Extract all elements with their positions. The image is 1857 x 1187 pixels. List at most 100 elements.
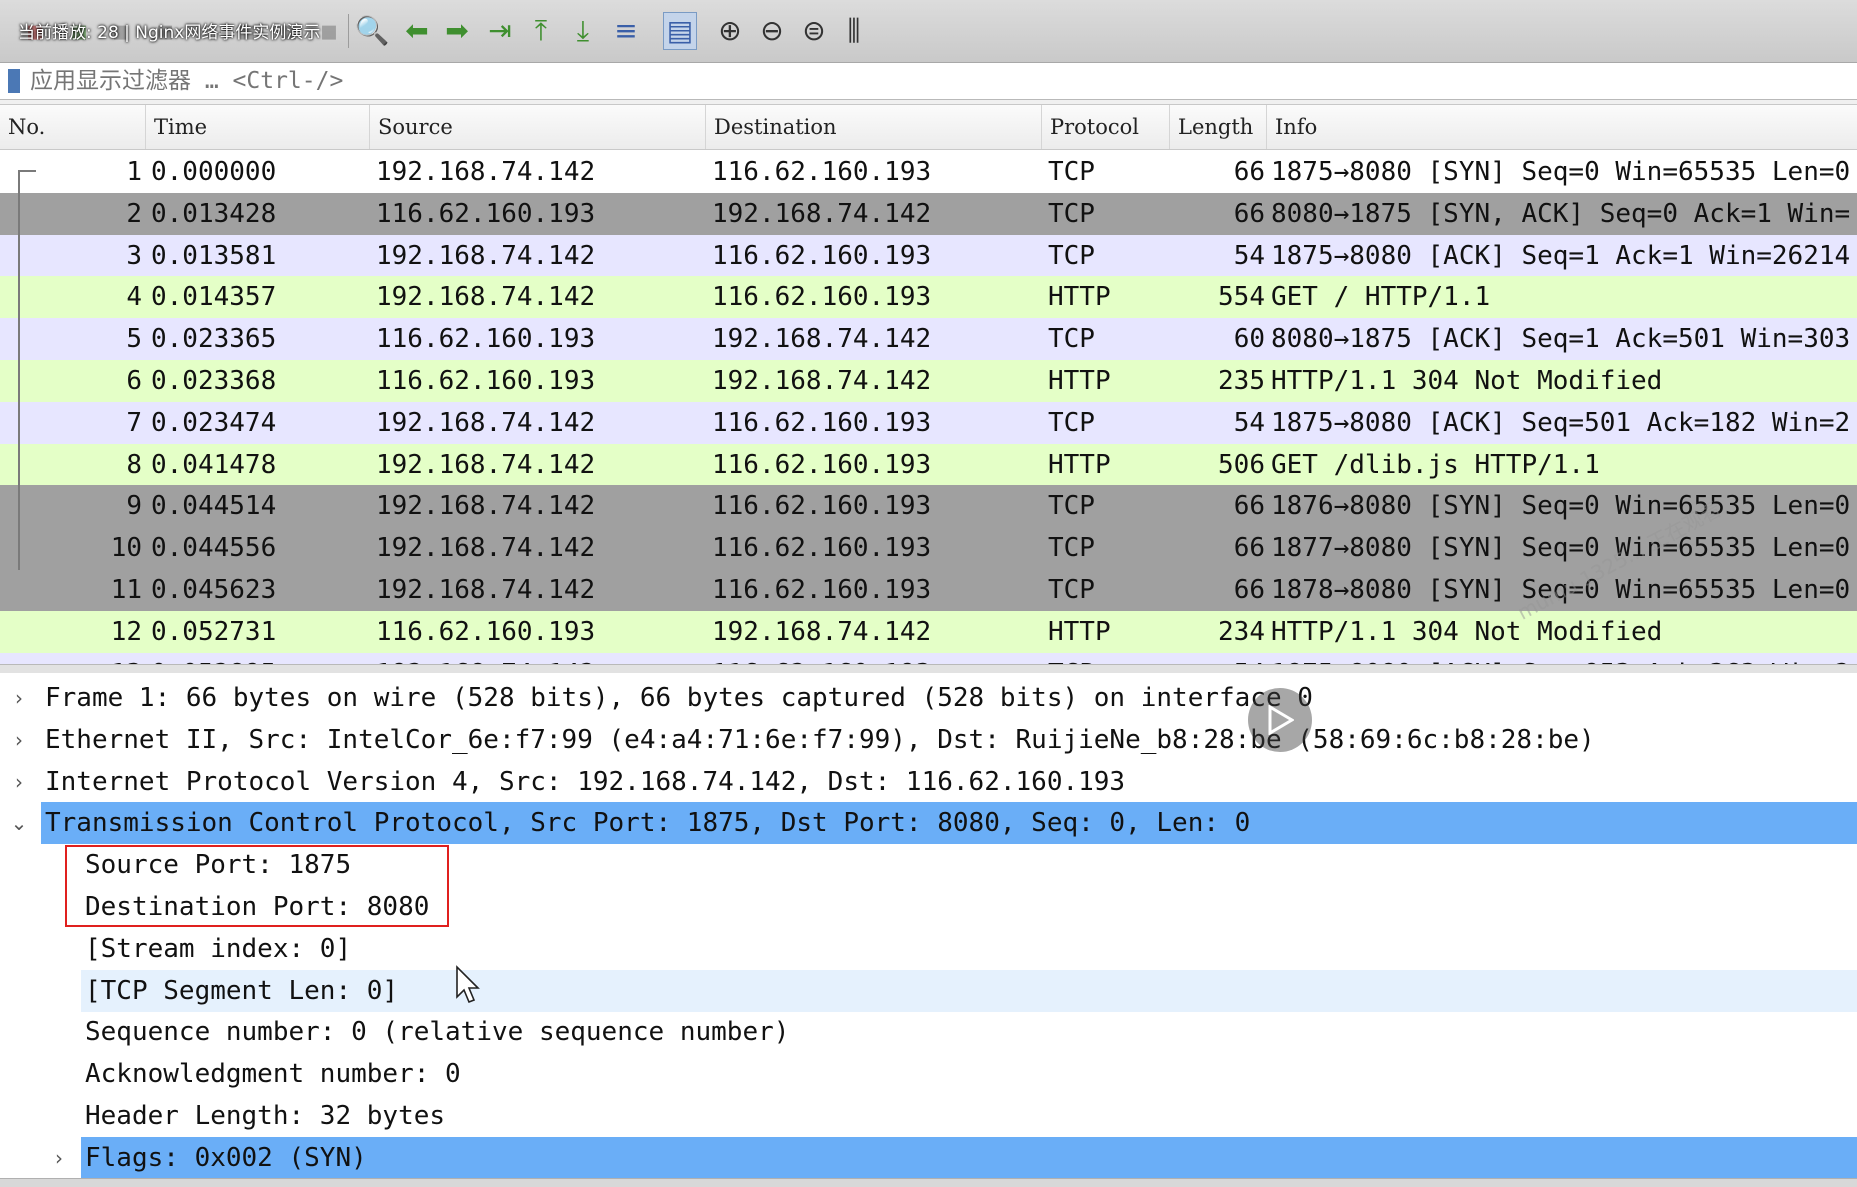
packet-protocol: TCP [1048,533,1095,564]
packet-destination: 116.62.160.193 [712,240,932,271]
go-to-packet-icon[interactable]: ⇥ [483,12,517,50]
packet-info: 1875→8080 [ACK] Seq=501 Ack=182 Win=2 [1271,407,1851,438]
packet-destination: 116.62.160.193 [712,282,932,313]
packet-source: 192.168.74.142 [376,240,596,271]
go-back-icon[interactable]: ⬅ [400,12,434,50]
packet-protocol: TCP [1048,198,1095,229]
expand-arrow-icon[interactable]: › [8,719,30,761]
detail-row[interactable]: ⌄ Transmission Control Protocol, Src Port… [0,802,1857,845]
go-first-icon[interactable]: ⤒ [524,12,558,50]
go-last-icon[interactable]: ⤓ [566,12,600,50]
packet-protocol: HTTP [1048,282,1111,313]
column-header-info[interactable]: Info [1267,105,1857,149]
packet-time: 0.052731 [151,616,277,647]
packet-time: 0.041478 [151,449,277,480]
detail-text: Acknowledgment number: 0 [85,1059,461,1090]
packet-no: 6 [126,366,142,396]
detail-row[interactable]: [TCP Segment Len: 0] [0,969,1857,1012]
packet-row[interactable]: 2 0.013428 116.62.160.193 192.168.74.142 TCP… [0,192,1857,235]
packet-list-header: No. Time Source Destination Protocol Len… [0,105,1857,150]
packet-length: 554 [1218,282,1265,313]
column-header-no[interactable]: No. [0,105,146,149]
column-header-time[interactable]: Time [146,105,370,149]
mouse-cursor-icon [455,965,481,1009]
collapse-arrow-icon[interactable]: ⌄ [8,802,30,844]
packet-protocol: HTTP [1048,366,1111,396]
column-header-destination[interactable]: Destination [706,105,1042,149]
go-forward-icon[interactable]: ➡ [440,12,474,50]
packet-length: 234 [1218,616,1265,647]
packet-row[interactable]: 9 0.044514 192.168.74.142 116.62.160.193 TCP… [0,485,1857,528]
packet-source: 192.168.74.142 [376,157,596,187]
packet-length: 54 [1233,240,1265,271]
packet-time: 0.023474 [151,407,277,438]
packet-row[interactable]: 1 0.000000 192.168.74.142 116.62.160.193 TCP… [0,151,1857,193]
display-filter-bar [0,63,1857,100]
detail-text: Internet Protocol Version 4, Src: 192.16… [45,766,1126,797]
expand-arrow-icon[interactable]: › [8,761,30,803]
expand-arrow-icon[interactable]: › [8,677,30,719]
filter-bookmark-icon[interactable] [8,69,20,93]
packet-destination: 192.168.74.142 [712,324,932,355]
packet-info: HTTP/1.1 304 Not Modified [1271,616,1663,647]
column-header-length[interactable]: Length [1170,105,1267,149]
packet-protocol: HTTP [1048,616,1111,647]
packet-no: 1 [126,157,142,187]
packet-time: 0.013428 [151,198,277,229]
packet-length: 506 [1218,449,1265,480]
packet-length: 60 [1233,324,1265,355]
packet-length: 66 [1233,575,1265,605]
colorize-icon[interactable]: ▤ [663,12,697,50]
packet-info: 1876→8080 [SYN] Seq=0 Win=65535 Len=0 [1271,491,1851,522]
packet-row[interactable]: 3 0.013581 192.168.74.142 116.62.160.193 TCP… [0,234,1857,277]
autoscroll-icon[interactable]: ≡ [609,12,643,50]
detail-text: [TCP Segment Len: 0] [85,975,399,1006]
find-packet-icon[interactable]: 🔍 [355,12,390,50]
detail-row[interactable]: [Stream index: 0] [0,928,1857,970]
packet-destination: 116.62.160.193 [712,491,932,522]
video-overlay-title: 当前播放: 28 | Nginx网络事件实例演示 [18,23,321,43]
column-header-protocol[interactable]: Protocol [1042,105,1170,149]
packet-info: HTTP/1.1 304 Not Modified [1271,366,1663,396]
detail-row[interactable]: › Internet Protocol Version 4, Src: 192.1… [0,761,1857,803]
packet-protocol: TCP [1048,407,1095,438]
packet-row[interactable]: 7 0.023474 192.168.74.142 116.62.160.193 TCP… [0,401,1857,444]
detail-row[interactable]: › Frame 1: 66 bytes on wire (528 bits), 6… [0,677,1857,719]
packet-info: 8080→1875 [SYN, ACK] Seq=0 Ack=1 Win= [1271,198,1851,229]
packet-row[interactable]: 4 0.014357 192.168.74.142 116.62.160.193 HTT… [0,276,1857,319]
packet-row[interactable]: 12 0.052731 116.62.160.193 192.168.74.142 HT… [0,610,1857,653]
packet-time: 0.013581 [151,240,277,271]
packet-length: 235 [1218,366,1265,396]
zoom-in-icon[interactable]: ⊕ [713,12,747,50]
packet-no: 11 [110,575,142,605]
detail-row[interactable]: Header Length: 32 bytes [0,1095,1857,1137]
highlight-box [65,845,449,927]
column-header-source[interactable]: Source [370,105,706,149]
packet-row[interactable]: 5 0.023365 116.62.160.193 192.168.74.142 TCP… [0,318,1857,361]
packet-time: 0.044514 [151,491,277,522]
detail-row[interactable]: › Flags: 0x002 (SYN) [0,1136,1857,1178]
zoom-out-icon[interactable]: ⊖ [755,12,789,50]
packet-protocol: HTTP [1048,449,1111,480]
packet-length: 54 [1233,407,1265,438]
normal-size-icon[interactable]: ⊜ [797,12,831,50]
display-filter-input[interactable] [30,67,1830,95]
play-icon[interactable] [1248,688,1312,752]
detail-row[interactable]: › Ethernet II, Src: IntelCor_6e:f7:99 (e4… [0,719,1857,761]
packet-info: 1875→8080 [SYN] Seq=0 Win=65535 Len=0 [1271,157,1851,187]
packet-row[interactable]: 6 0.023368 116.62.160.193 192.168.74.142 HTT… [0,360,1857,402]
packet-info: 1877→8080 [SYN] Seq=0 Win=65535 Len=0 [1271,533,1851,564]
packet-source: 116.62.160.193 [376,366,596,396]
packet-destination: 192.168.74.142 [712,198,932,229]
detail-row[interactable]: Acknowledgment number: 0 [0,1053,1857,1095]
expand-arrow-icon[interactable]: › [48,1137,70,1178]
detail-text: Ethernet II, Src: IntelCor_6e:f7:99 (e4:… [45,724,1595,755]
detail-row[interactable]: Sequence number: 0 (relative sequence nu… [0,1011,1857,1053]
packet-no: 5 [126,324,142,355]
packet-no: 2 [126,198,142,229]
packet-no: 8 [126,449,142,480]
packet-row[interactable]: 8 0.041478 192.168.74.142 116.62.160.193 HTT… [0,443,1857,486]
resize-columns-icon[interactable]: ⫼ [837,12,871,50]
packet-time: 0.045623 [151,575,277,605]
packet-source: 192.168.74.142 [376,491,596,522]
